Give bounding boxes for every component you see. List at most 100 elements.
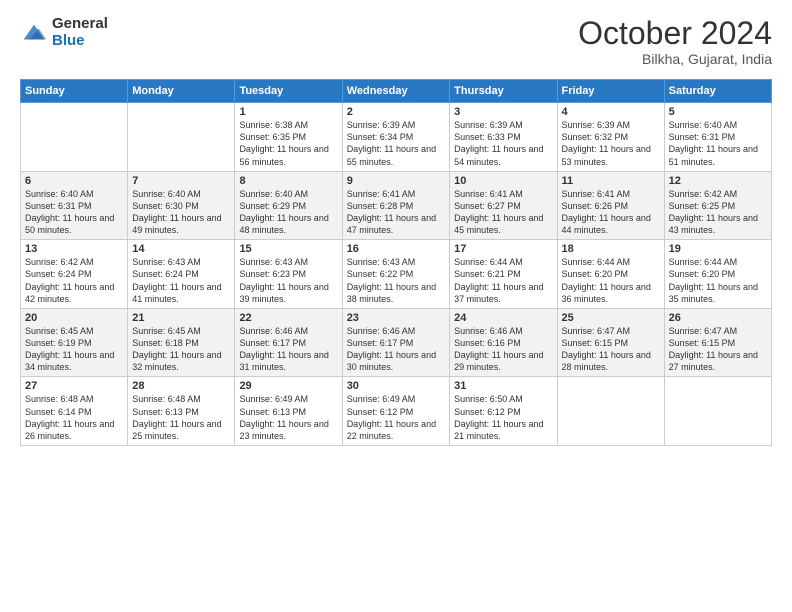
- day-header-saturday: Saturday: [664, 80, 771, 103]
- day-number: 9: [347, 175, 445, 187]
- day-info: Sunrise: 6:45 AMSunset: 6:19 PMDaylight:…: [25, 325, 123, 374]
- day-number: 6: [25, 175, 123, 187]
- day-info: Sunrise: 6:46 AMSunset: 6:17 PMDaylight:…: [347, 325, 445, 374]
- day-info: Sunrise: 6:49 AMSunset: 6:12 PMDaylight:…: [347, 393, 445, 442]
- calendar-cell: 6Sunrise: 6:40 AMSunset: 6:31 PMDaylight…: [21, 171, 128, 240]
- day-header-tuesday: Tuesday: [235, 80, 342, 103]
- day-number: 20: [25, 312, 123, 324]
- day-number: 27: [25, 380, 123, 392]
- day-number: 7: [132, 175, 230, 187]
- calendar-cell: 10Sunrise: 6:41 AMSunset: 6:27 PMDayligh…: [450, 171, 557, 240]
- day-header-thursday: Thursday: [450, 80, 557, 103]
- day-number: 10: [454, 175, 552, 187]
- day-info: Sunrise: 6:47 AMSunset: 6:15 PMDaylight:…: [669, 325, 767, 374]
- page: General Blue October 2024 Bilkha, Gujara…: [0, 0, 792, 612]
- day-number: 14: [132, 243, 230, 255]
- calendar-cell: 7Sunrise: 6:40 AMSunset: 6:30 PMDaylight…: [128, 171, 235, 240]
- day-info: Sunrise: 6:48 AMSunset: 6:13 PMDaylight:…: [132, 393, 230, 442]
- day-number: 5: [669, 106, 767, 118]
- day-info: Sunrise: 6:39 AMSunset: 6:34 PMDaylight:…: [347, 119, 445, 168]
- calendar-cell: 27Sunrise: 6:48 AMSunset: 6:14 PMDayligh…: [21, 377, 128, 446]
- calendar-cell: 11Sunrise: 6:41 AMSunset: 6:26 PMDayligh…: [557, 171, 664, 240]
- calendar-week-row: 13Sunrise: 6:42 AMSunset: 6:24 PMDayligh…: [21, 240, 772, 309]
- calendar-cell: 16Sunrise: 6:43 AMSunset: 6:22 PMDayligh…: [342, 240, 449, 309]
- calendar-cell: [21, 103, 128, 172]
- day-info: Sunrise: 6:44 AMSunset: 6:20 PMDaylight:…: [669, 256, 767, 305]
- calendar-cell: 13Sunrise: 6:42 AMSunset: 6:24 PMDayligh…: [21, 240, 128, 309]
- calendar-cell: [128, 103, 235, 172]
- calendar-week-row: 1Sunrise: 6:38 AMSunset: 6:35 PMDaylight…: [21, 103, 772, 172]
- calendar-cell: [557, 377, 664, 446]
- day-header-friday: Friday: [557, 80, 664, 103]
- day-number: 1: [239, 106, 337, 118]
- logo-text: General Blue: [52, 16, 108, 49]
- day-number: 31: [454, 380, 552, 392]
- day-number: 26: [669, 312, 767, 324]
- calendar-cell: 5Sunrise: 6:40 AMSunset: 6:31 PMDaylight…: [664, 103, 771, 172]
- calendar-cell: 17Sunrise: 6:44 AMSunset: 6:21 PMDayligh…: [450, 240, 557, 309]
- day-info: Sunrise: 6:44 AMSunset: 6:21 PMDaylight:…: [454, 256, 552, 305]
- day-number: 30: [347, 380, 445, 392]
- month-title: October 2024: [578, 16, 772, 51]
- calendar-cell: 19Sunrise: 6:44 AMSunset: 6:20 PMDayligh…: [664, 240, 771, 309]
- calendar-cell: 14Sunrise: 6:43 AMSunset: 6:24 PMDayligh…: [128, 240, 235, 309]
- calendar-cell: 3Sunrise: 6:39 AMSunset: 6:33 PMDaylight…: [450, 103, 557, 172]
- day-number: 25: [562, 312, 660, 324]
- day-number: 12: [669, 175, 767, 187]
- day-info: Sunrise: 6:46 AMSunset: 6:17 PMDaylight:…: [239, 325, 337, 374]
- day-number: 8: [239, 175, 337, 187]
- calendar-cell: 18Sunrise: 6:44 AMSunset: 6:20 PMDayligh…: [557, 240, 664, 309]
- day-number: 16: [347, 243, 445, 255]
- day-header-monday: Monday: [128, 80, 235, 103]
- calendar-cell: 21Sunrise: 6:45 AMSunset: 6:18 PMDayligh…: [128, 308, 235, 377]
- calendar-cell: 2Sunrise: 6:39 AMSunset: 6:34 PMDaylight…: [342, 103, 449, 172]
- day-info: Sunrise: 6:47 AMSunset: 6:15 PMDaylight:…: [562, 325, 660, 374]
- day-header-wednesday: Wednesday: [342, 80, 449, 103]
- calendar-week-row: 6Sunrise: 6:40 AMSunset: 6:31 PMDaylight…: [21, 171, 772, 240]
- calendar-week-row: 20Sunrise: 6:45 AMSunset: 6:19 PMDayligh…: [21, 308, 772, 377]
- day-info: Sunrise: 6:40 AMSunset: 6:31 PMDaylight:…: [25, 188, 123, 237]
- day-info: Sunrise: 6:43 AMSunset: 6:22 PMDaylight:…: [347, 256, 445, 305]
- calendar-cell: 29Sunrise: 6:49 AMSunset: 6:13 PMDayligh…: [235, 377, 342, 446]
- day-info: Sunrise: 6:46 AMSunset: 6:16 PMDaylight:…: [454, 325, 552, 374]
- day-info: Sunrise: 6:43 AMSunset: 6:23 PMDaylight:…: [239, 256, 337, 305]
- day-info: Sunrise: 6:42 AMSunset: 6:24 PMDaylight:…: [25, 256, 123, 305]
- logo-blue: Blue: [52, 33, 108, 50]
- day-info: Sunrise: 6:41 AMSunset: 6:27 PMDaylight:…: [454, 188, 552, 237]
- calendar-cell: 24Sunrise: 6:46 AMSunset: 6:16 PMDayligh…: [450, 308, 557, 377]
- day-number: 28: [132, 380, 230, 392]
- day-info: Sunrise: 6:44 AMSunset: 6:20 PMDaylight:…: [562, 256, 660, 305]
- calendar-cell: 22Sunrise: 6:46 AMSunset: 6:17 PMDayligh…: [235, 308, 342, 377]
- calendar-cell: 23Sunrise: 6:46 AMSunset: 6:17 PMDayligh…: [342, 308, 449, 377]
- day-info: Sunrise: 6:43 AMSunset: 6:24 PMDaylight:…: [132, 256, 230, 305]
- day-info: Sunrise: 6:38 AMSunset: 6:35 PMDaylight:…: [239, 119, 337, 168]
- header: General Blue October 2024 Bilkha, Gujara…: [20, 16, 772, 67]
- calendar-cell: 28Sunrise: 6:48 AMSunset: 6:13 PMDayligh…: [128, 377, 235, 446]
- day-number: 24: [454, 312, 552, 324]
- day-number: 13: [25, 243, 123, 255]
- day-number: 3: [454, 106, 552, 118]
- calendar-cell: 15Sunrise: 6:43 AMSunset: 6:23 PMDayligh…: [235, 240, 342, 309]
- day-number: 18: [562, 243, 660, 255]
- day-info: Sunrise: 6:48 AMSunset: 6:14 PMDaylight:…: [25, 393, 123, 442]
- day-header-sunday: Sunday: [21, 80, 128, 103]
- day-info: Sunrise: 6:45 AMSunset: 6:18 PMDaylight:…: [132, 325, 230, 374]
- calendar-cell: 31Sunrise: 6:50 AMSunset: 6:12 PMDayligh…: [450, 377, 557, 446]
- calendar-header-row: SundayMondayTuesdayWednesdayThursdayFrid…: [21, 80, 772, 103]
- day-info: Sunrise: 6:41 AMSunset: 6:28 PMDaylight:…: [347, 188, 445, 237]
- day-info: Sunrise: 6:42 AMSunset: 6:25 PMDaylight:…: [669, 188, 767, 237]
- day-info: Sunrise: 6:40 AMSunset: 6:31 PMDaylight:…: [669, 119, 767, 168]
- day-number: 15: [239, 243, 337, 255]
- calendar-cell: 25Sunrise: 6:47 AMSunset: 6:15 PMDayligh…: [557, 308, 664, 377]
- logo-icon: [20, 19, 48, 47]
- day-info: Sunrise: 6:40 AMSunset: 6:29 PMDaylight:…: [239, 188, 337, 237]
- day-info: Sunrise: 6:50 AMSunset: 6:12 PMDaylight:…: [454, 393, 552, 442]
- calendar-cell: [664, 377, 771, 446]
- day-info: Sunrise: 6:49 AMSunset: 6:13 PMDaylight:…: [239, 393, 337, 442]
- location: Bilkha, Gujarat, India: [578, 51, 772, 67]
- logo-general: General: [52, 16, 108, 33]
- day-info: Sunrise: 6:39 AMSunset: 6:33 PMDaylight:…: [454, 119, 552, 168]
- day-number: 21: [132, 312, 230, 324]
- calendar-cell: 4Sunrise: 6:39 AMSunset: 6:32 PMDaylight…: [557, 103, 664, 172]
- title-block: October 2024 Bilkha, Gujarat, India: [578, 16, 772, 67]
